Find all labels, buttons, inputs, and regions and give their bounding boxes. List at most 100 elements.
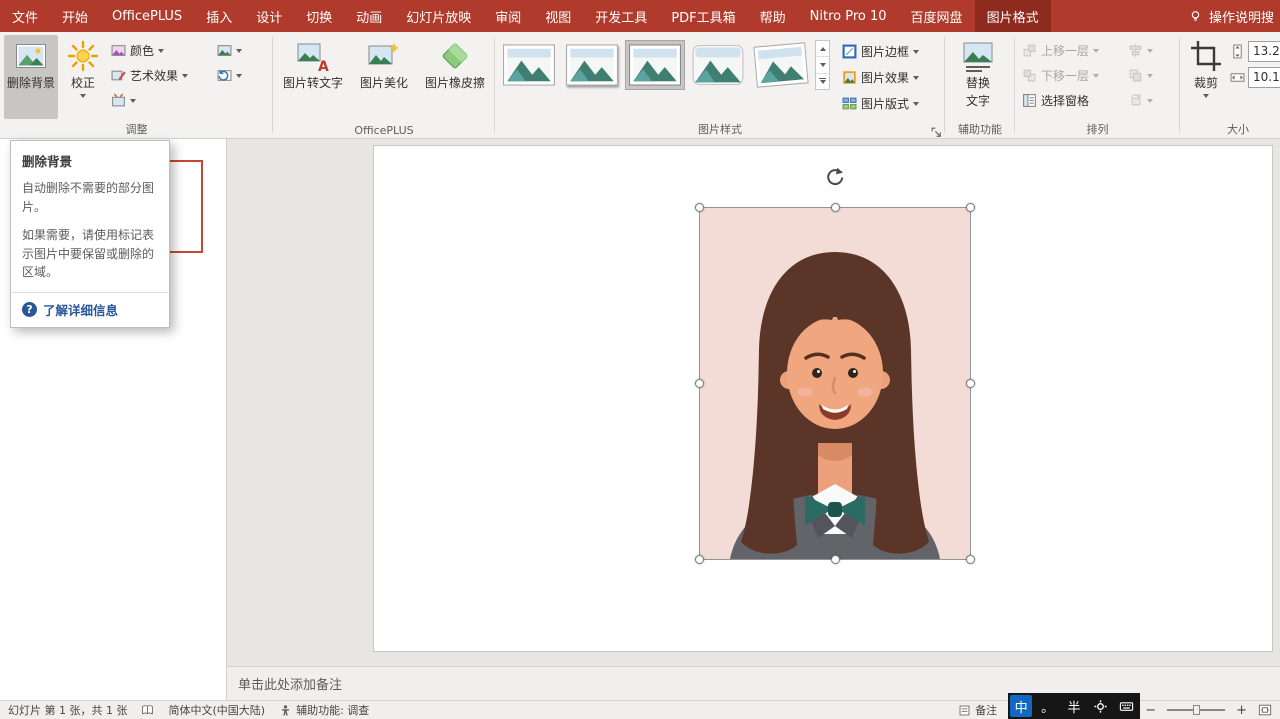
tab-baidu-netdisk[interactable]: 百度网盘 — [899, 0, 975, 32]
tab-design[interactable]: 设计 — [244, 0, 294, 32]
tab-insert[interactable]: 插入 — [194, 0, 244, 32]
ime-toolbar: 中 。 半 — [1008, 693, 1140, 719]
send-backward-button[interactable]: 下移一层 — [1019, 64, 1123, 87]
crop-button[interactable]: 裁剪 — [1184, 35, 1228, 119]
group-label-officeplus: OfficePLUS — [273, 124, 495, 137]
picture-beautify-button[interactable]: 图片美化 — [351, 35, 417, 119]
picture-style-soft-edge[interactable] — [688, 40, 748, 90]
zoom-in-button[interactable]: + — [1236, 703, 1247, 718]
selection-handle-bottom-right[interactable] — [966, 555, 975, 564]
alt-text-button[interactable]: 替换 文字 — [949, 35, 1007, 119]
compress-picture-button[interactable] — [108, 89, 212, 112]
color-button[interactable]: 颜色 — [108, 39, 212, 62]
tab-officeplus[interactable]: OfficePLUS — [100, 0, 194, 32]
align-button[interactable] — [1125, 39, 1165, 62]
group-button[interactable] — [1125, 64, 1165, 87]
notes-placeholder[interactable]: 单击此处添加备注 — [238, 674, 342, 693]
group-label-accessibility: 辅助功能 — [945, 121, 1015, 137]
tab-developer[interactable]: 开发工具 — [583, 0, 659, 32]
crop-label: 裁剪 — [1194, 76, 1218, 91]
picture-style-selected[interactable] — [625, 40, 685, 90]
lightbulb-icon — [1189, 10, 1202, 23]
selection-handle-bottom-left[interactable] — [695, 555, 704, 564]
tab-slideshow[interactable]: 幻灯片放映 — [394, 0, 483, 32]
bring-forward-button[interactable]: 上移一层 — [1019, 39, 1123, 62]
slide-counter[interactable]: 幻灯片 第 1 张，共 1 张 — [8, 702, 127, 718]
picture-layout-icon — [842, 96, 857, 111]
selection-handle-top-center[interactable] — [831, 203, 840, 212]
picture-style-gallery — [499, 35, 811, 90]
shape-height-input[interactable]: 13.2 — [1248, 41, 1280, 62]
remove-background-label: 删除背景 — [7, 76, 55, 91]
alt-text-label-1: 替换 — [966, 76, 990, 91]
ime-width-mode-button[interactable]: 半 — [1063, 695, 1085, 717]
chevron-down-icon — [1147, 74, 1153, 78]
tab-help[interactable]: 帮助 — [748, 0, 798, 32]
reset-picture-button[interactable] — [214, 64, 254, 87]
picture-layout-button[interactable]: 图片版式 — [839, 92, 922, 115]
tab-animations[interactable]: 动画 — [344, 0, 394, 32]
tab-pdf-tools[interactable]: PDF工具箱 — [659, 0, 747, 32]
change-picture-button[interactable] — [214, 39, 254, 62]
tab-transitions[interactable]: 切换 — [294, 0, 344, 32]
picture-effects-button[interactable]: 图片效果 — [839, 66, 922, 89]
slide-1-editing-surface[interactable] — [374, 146, 1272, 651]
picture-eraser-button[interactable]: 图片橡皮擦 — [419, 35, 491, 119]
artistic-effects-button[interactable]: 艺术效果 — [108, 64, 212, 87]
spellcheck-book-icon[interactable] — [141, 704, 154, 717]
tab-home[interactable]: 开始 — [50, 0, 100, 32]
send-backward-label: 下移一层 — [1041, 67, 1089, 84]
ime-punctuation-button[interactable]: 。 — [1037, 695, 1059, 717]
change-picture-icon — [217, 43, 232, 58]
sun-icon — [66, 39, 100, 73]
rotation-handle[interactable] — [824, 166, 846, 188]
compress-picture-icon — [111, 93, 126, 108]
accessibility-status[interactable]: 辅助功能: 调查 — [279, 702, 369, 718]
picture-beautify-label: 图片美化 — [360, 76, 408, 91]
chevron-down-icon — [130, 99, 136, 103]
ime-language-mode-button[interactable]: 中 — [1010, 695, 1032, 717]
picture-style-rotated[interactable] — [751, 40, 811, 90]
selected-picture[interactable] — [700, 208, 970, 559]
corrections-button[interactable]: 校正 — [60, 35, 106, 119]
group-label-size: 大小 — [1180, 121, 1280, 137]
slide-canvas-area[interactable] — [227, 139, 1280, 666]
remove-background-button[interactable]: 删除背景 — [4, 35, 58, 119]
picture-to-text-button[interactable]: A 图片转文字 — [277, 35, 349, 119]
tab-view[interactable]: 视图 — [533, 0, 583, 32]
gallery-scroll-up-button[interactable] — [816, 41, 829, 57]
notes-toggle-button[interactable]: 备注 — [958, 702, 997, 718]
tooltip-paragraph-2: 如果需要，请使用标记表示图片中要保留或删除的区域。 — [22, 226, 158, 282]
tab-nitro-pro[interactable]: Nitro Pro 10 — [798, 0, 899, 32]
selection-pane-button[interactable]: 选择窗格 — [1019, 89, 1123, 112]
picture-style-simple-frame[interactable] — [499, 40, 559, 90]
fit-to-window-icon[interactable] — [1258, 703, 1272, 717]
picture-effects-label: 图片效果 — [861, 69, 909, 86]
picture-style-shadow-frame[interactable] — [562, 40, 622, 90]
tab-review[interactable]: 审阅 — [483, 0, 533, 32]
selection-handle-top-right[interactable] — [966, 203, 975, 212]
tab-file[interactable]: 文件 — [0, 0, 50, 32]
gallery-more-button[interactable] — [816, 74, 829, 89]
selection-handle-top-left[interactable] — [695, 203, 704, 212]
rotate-button[interactable] — [1125, 89, 1165, 112]
picture-border-button[interactable]: 图片边框 — [839, 40, 922, 63]
green-diamond-eraser-icon — [438, 39, 472, 73]
color-label: 颜色 — [130, 42, 154, 59]
tell-me-more-link[interactable]: ? 了解详细信息 — [22, 300, 158, 319]
zoom-out-button[interactable]: − — [1145, 703, 1156, 718]
zoom-slider[interactable] — [1167, 709, 1225, 711]
gallery-scroll-down-button[interactable] — [816, 57, 829, 73]
ime-settings-gear-icon[interactable] — [1089, 695, 1111, 717]
rotate-objects-icon — [1128, 93, 1143, 108]
selection-handle-bottom-center[interactable] — [831, 555, 840, 564]
zoom-slider-handle[interactable] — [1193, 705, 1200, 715]
language-indicator[interactable]: 简体中文(中国大陆) — [168, 702, 265, 718]
tab-picture-format[interactable]: 图片格式 — [975, 0, 1051, 32]
shape-width-input[interactable]: 10.1 — [1248, 67, 1280, 88]
selection-handle-middle-left[interactable] — [695, 379, 704, 388]
tell-me-search[interactable]: 操作说明搜 — [1183, 0, 1280, 32]
ime-keyboard-icon[interactable] — [1116, 695, 1138, 717]
picture-to-text-icon: A — [296, 39, 330, 73]
selection-handle-middle-right[interactable] — [966, 379, 975, 388]
